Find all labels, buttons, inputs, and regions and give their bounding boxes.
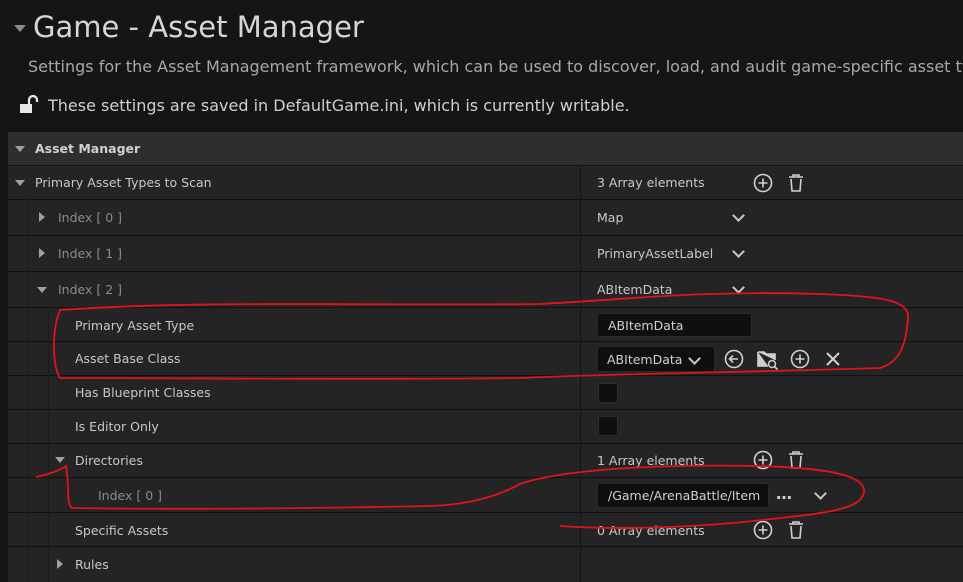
page-title: Game - Asset Manager bbox=[33, 10, 364, 44]
row-primary-asset-type: Primary Asset Type ABItemData bbox=[8, 307, 963, 341]
add-element-icon[interactable] bbox=[752, 172, 774, 194]
add-element-icon[interactable] bbox=[752, 519, 774, 541]
chevron-down-icon[interactable] bbox=[688, 352, 701, 365]
is-editor-only-checkbox[interactable] bbox=[598, 416, 618, 436]
more-options-icon[interactable]: … bbox=[776, 484, 792, 503]
expand-arrow-icon[interactable] bbox=[15, 180, 25, 186]
chevron-down-icon[interactable] bbox=[732, 281, 745, 294]
section-label: Asset Manager bbox=[35, 141, 141, 156]
chevron-down-icon[interactable] bbox=[732, 209, 745, 222]
property-label: Is Editor Only bbox=[75, 419, 159, 434]
index-label: Index [ 0 ] bbox=[58, 210, 123, 225]
chevron-down-icon[interactable] bbox=[814, 487, 827, 500]
row-asset-base-class: Asset Base Class ABItemData bbox=[8, 341, 963, 375]
has-blueprint-classes-checkbox[interactable] bbox=[598, 383, 618, 403]
trash-icon[interactable] bbox=[785, 449, 807, 471]
array-count: 1 Array elements bbox=[597, 453, 705, 468]
unlock-icon[interactable] bbox=[18, 94, 40, 116]
array-item-index-1[interactable]: Index [ 1 ] PrimaryAssetLabel bbox=[8, 235, 963, 271]
column-divider[interactable] bbox=[580, 165, 581, 582]
row-is-editor-only: Is Editor Only bbox=[8, 409, 963, 443]
config-notice: These settings are saved in DefaultGame.… bbox=[48, 96, 630, 115]
type-combo-value[interactable]: ABItemData bbox=[597, 282, 672, 297]
indent-guide bbox=[28, 199, 29, 582]
clear-icon[interactable] bbox=[823, 349, 843, 369]
property-label: Primary Asset Type bbox=[75, 318, 195, 333]
indent-guide bbox=[48, 307, 49, 582]
browse-folder-icon[interactable] bbox=[756, 347, 780, 371]
add-icon[interactable] bbox=[789, 348, 811, 370]
trash-icon[interactable] bbox=[785, 519, 807, 541]
type-combo-value[interactable]: Map bbox=[597, 210, 623, 225]
row-primary-asset-types[interactable]: Primary Asset Types to Scan 3 Array elem… bbox=[8, 165, 963, 199]
section-asset-manager[interactable]: Asset Manager bbox=[8, 131, 963, 165]
property-label: Specific Assets bbox=[75, 523, 169, 538]
property-label: Primary Asset Types to Scan bbox=[35, 175, 212, 190]
expand-arrow-icon[interactable] bbox=[55, 457, 65, 463]
row-specific-assets: Specific Assets 0 Array elements bbox=[8, 512, 963, 546]
property-label: Rules bbox=[75, 557, 109, 572]
expand-arrow-icon[interactable] bbox=[57, 559, 63, 569]
trash-icon[interactable] bbox=[785, 172, 807, 194]
property-label: Directories bbox=[75, 453, 143, 468]
expand-arrow-icon[interactable] bbox=[37, 287, 47, 293]
expand-arrow-icon[interactable] bbox=[39, 212, 45, 222]
primary-asset-type-input[interactable]: ABItemData bbox=[597, 313, 752, 337]
array-item-index-2[interactable]: Index [ 2 ] ABItemData bbox=[8, 271, 963, 307]
array-item-index-0[interactable]: Index [ 0 ] Map bbox=[8, 199, 963, 235]
expand-arrow-icon[interactable] bbox=[39, 248, 45, 258]
collapse-arrow-icon[interactable] bbox=[14, 25, 26, 32]
page-subtitle: Settings for the Asset Management framew… bbox=[28, 57, 963, 76]
array-count: 0 Array elements bbox=[597, 523, 705, 538]
row-directories[interactable]: Directories 1 Array elements bbox=[8, 443, 963, 477]
index-label: Index [ 1 ] bbox=[58, 246, 123, 261]
array-count: 3 Array elements bbox=[597, 175, 705, 190]
use-selected-icon[interactable] bbox=[723, 348, 745, 370]
add-element-icon[interactable] bbox=[752, 449, 774, 471]
expand-arrow-icon[interactable] bbox=[15, 146, 25, 152]
row-rules[interactable]: Rules bbox=[8, 546, 963, 582]
property-label: Has Blueprint Classes bbox=[75, 385, 211, 400]
directory-item-index-0: Index [ 0 ] /Game/ArenaBattle/Item … bbox=[8, 477, 963, 512]
chevron-down-icon[interactable] bbox=[732, 245, 745, 258]
property-label: Asset Base Class bbox=[75, 351, 181, 366]
indent-guide bbox=[68, 477, 69, 512]
directory-path-input[interactable]: /Game/ArenaBattle/Item bbox=[597, 483, 769, 508]
index-label: Index [ 2 ] bbox=[58, 282, 123, 297]
asset-base-class-combo[interactable]: ABItemData bbox=[597, 346, 715, 372]
row-has-blueprint-classes: Has Blueprint Classes bbox=[8, 375, 963, 409]
asset-base-class-value: ABItemData bbox=[607, 352, 683, 367]
type-combo-value[interactable]: PrimaryAssetLabel bbox=[597, 246, 713, 261]
index-label: Index [ 0 ] bbox=[98, 488, 163, 503]
